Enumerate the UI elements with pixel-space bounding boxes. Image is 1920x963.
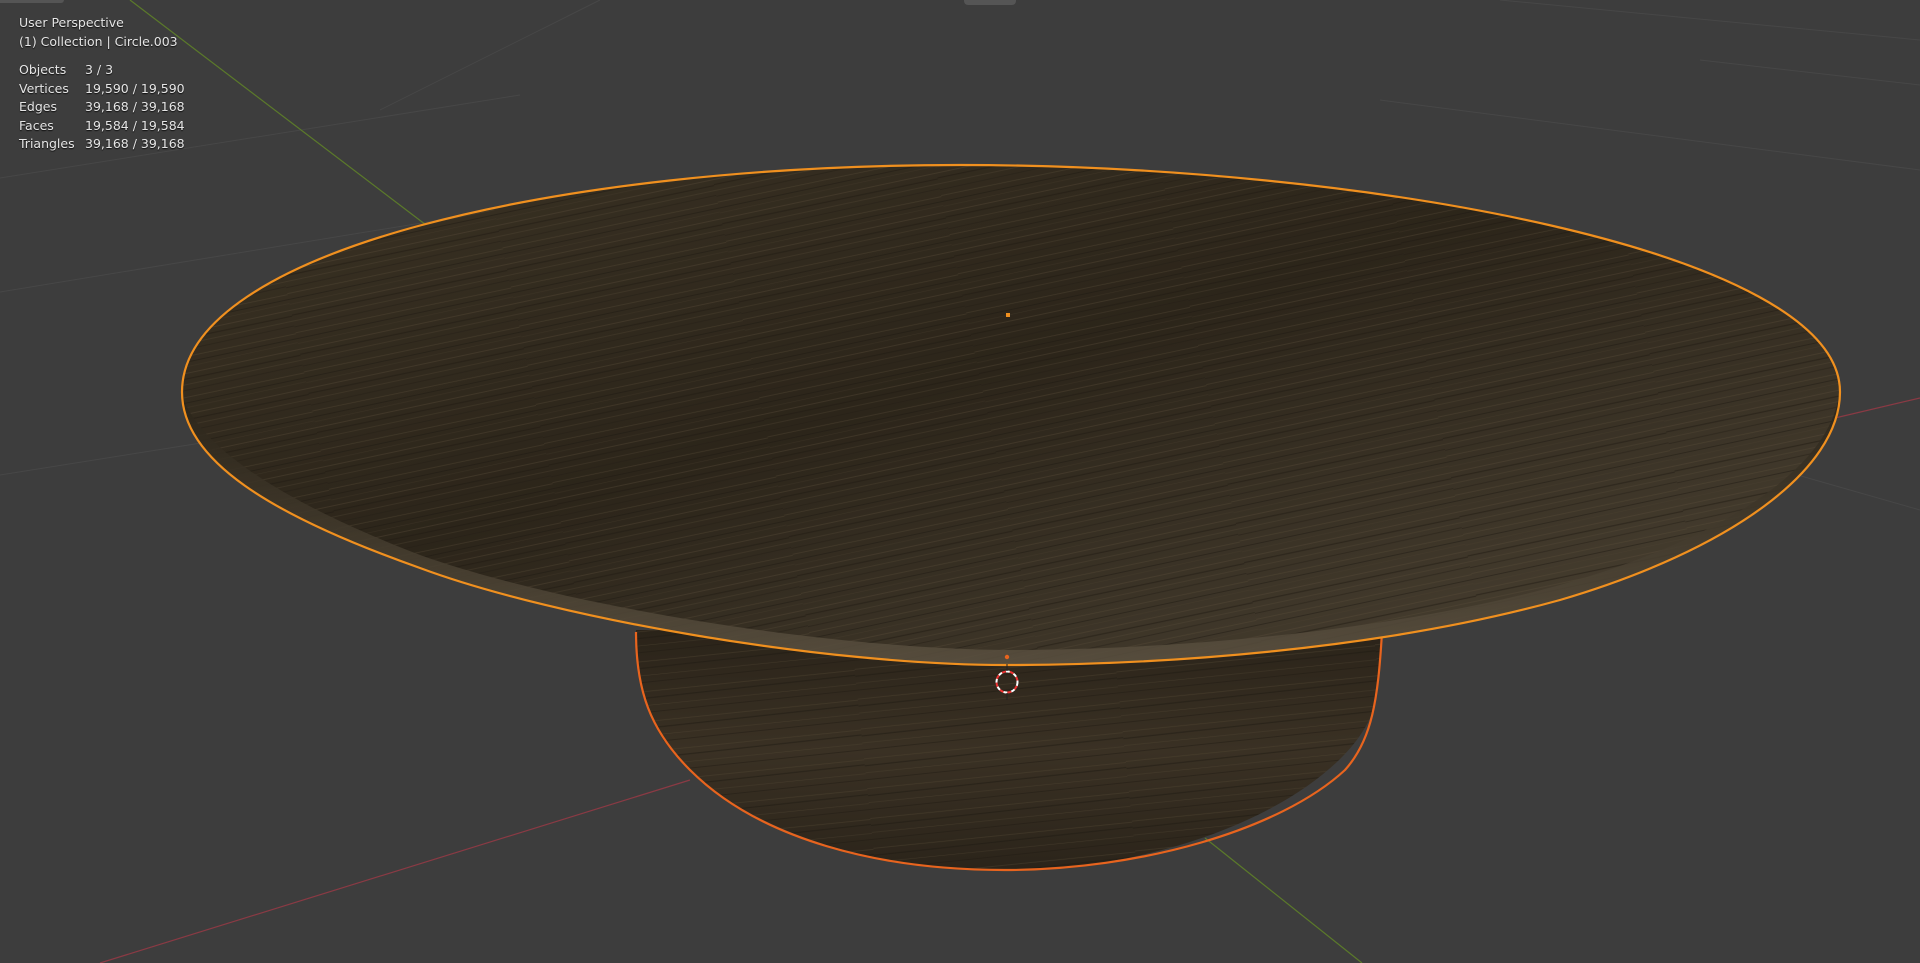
view-name: User Perspective xyxy=(19,15,124,30)
stat-value: 19,590 / 19,590 xyxy=(85,80,185,96)
stat-label: Faces xyxy=(19,117,54,133)
header-tab-left[interactable] xyxy=(0,0,64,3)
x-axis-line-right xyxy=(1834,397,1920,419)
collection-context: (1) Collection | Circle.003 xyxy=(19,33,178,49)
object-origin-dot-base[interactable] xyxy=(1004,654,1010,660)
stat-row-triangles: Triangles 39,168 / 39,168 xyxy=(19,135,185,154)
stat-label: Triangles xyxy=(19,136,75,151)
object-origin-dot[interactable] xyxy=(1006,313,1010,317)
table-top-mesh[interactable] xyxy=(150,140,1870,700)
x-axis-line xyxy=(99,779,691,963)
stat-label: Vertices xyxy=(19,80,69,96)
stat-row-objects: Objects 3 / 3 xyxy=(19,61,185,80)
stat-value: 39,168 / 39,168 xyxy=(85,136,185,151)
stat-value: 19,584 / 19,584 xyxy=(85,117,185,133)
stat-row-faces: Faces 19,584 / 19,584 xyxy=(19,117,185,136)
y-axis-line-lower xyxy=(1204,837,1363,963)
stat-row-edges: Edges 39,168 / 39,168 xyxy=(19,98,185,117)
header-toggle-tab[interactable] xyxy=(964,0,1016,5)
viewport-text-info: User Perspective (1) Collection | Circle… xyxy=(19,14,185,154)
stat-row-vertices: Vertices 19,590 / 19,590 xyxy=(19,80,185,99)
stat-label: Objects xyxy=(19,62,67,77)
stat-value: 39,168 / 39,168 xyxy=(85,99,185,114)
stat-value: 3 / 3 xyxy=(85,62,114,77)
scene-statistics: Objects 3 / 3 Vertices 19,590 / 19,590 E… xyxy=(19,61,185,154)
3d-viewport[interactable] xyxy=(0,0,1920,963)
stat-label: Edges xyxy=(19,99,57,114)
